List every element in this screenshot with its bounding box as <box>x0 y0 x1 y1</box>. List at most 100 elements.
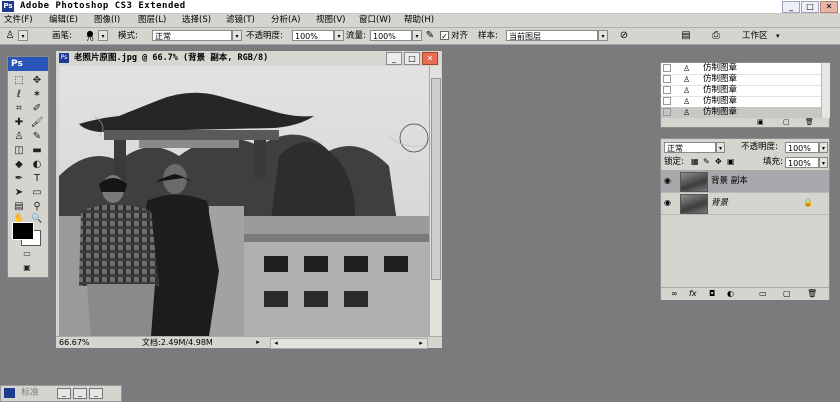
scroll-right-icon[interactable]: ▸ <box>417 339 425 347</box>
history-checkbox[interactable] <box>663 64 671 72</box>
menu-analysis[interactable]: 分析(A) <box>271 14 300 27</box>
blur-tool-icon[interactable]: ◆ <box>11 158 27 171</box>
brush-dropdown[interactable]: ▾ <box>98 30 108 41</box>
photo-canvas[interactable] <box>59 66 429 336</box>
eraser-tool-icon[interactable]: ◫ <box>11 144 27 157</box>
layer-opacity-dropdown[interactable]: ▾ <box>819 142 828 153</box>
type-tool-icon[interactable]: T <box>29 172 45 185</box>
new-group-icon[interactable]: ▭ <box>759 288 767 300</box>
palette-well-icon[interactable]: ▤ <box>680 30 692 42</box>
adjustment-layer-icon[interactable]: ◐ <box>727 288 734 300</box>
menu-help[interactable]: 帮助(H) <box>404 14 434 27</box>
brush-tool-icon[interactable]: 🖌 <box>29 116 45 129</box>
vertical-scrollbar[interactable] <box>429 66 441 336</box>
horizontal-scrollbar[interactable]: ◂ ▸ <box>270 338 428 349</box>
blend-mode-select[interactable]: 正常 <box>664 142 716 153</box>
lasso-tool-icon[interactable]: ℓ <box>11 88 27 101</box>
gradient-tool-icon[interactable]: ▬ <box>29 144 45 157</box>
history-checkbox[interactable] <box>663 97 671 105</box>
delete-state-icon[interactable]: 🗑 <box>805 118 814 126</box>
layer-style-icon[interactable]: fx <box>689 288 697 300</box>
eyedropper-tool-icon[interactable]: ⚲ <box>29 200 45 213</box>
scroll-left-icon[interactable]: ◂ <box>272 339 280 347</box>
eye-icon[interactable]: ◉ <box>664 198 671 208</box>
menu-file[interactable]: 文件(F) <box>4 14 33 27</box>
healing-brush-tool-icon[interactable]: ✚ <box>11 116 27 129</box>
status-menu-arrow-icon[interactable]: ▸ <box>254 338 262 346</box>
opacity-field[interactable]: 100% <box>292 30 334 41</box>
print-icon[interactable]: ⎙ <box>710 30 722 42</box>
lock-all-icon[interactable]: ▣ <box>727 156 735 168</box>
taskbar-minimize-button[interactable]: _ <box>57 388 71 399</box>
fill-field[interactable]: 100% <box>785 157 819 168</box>
layer-opacity-field[interactable]: 100% <box>785 142 819 153</box>
lock-transparency-icon[interactable]: ▦ <box>691 156 699 168</box>
history-scrollbar[interactable] <box>821 63 830 118</box>
path-selection-tool-icon[interactable]: ➤ <box>11 186 27 199</box>
workspace-dropdown-icon[interactable]: ▾ <box>776 28 780 44</box>
crop-tool-icon[interactable]: ⌗ <box>11 102 27 115</box>
lock-position-icon[interactable]: ✥ <box>715 156 722 168</box>
link-layers-icon[interactable]: ∞ <box>671 288 678 300</box>
sample-dropdown[interactable]: ▾ <box>598 30 608 41</box>
new-layer-icon[interactable]: ▢ <box>783 288 791 300</box>
mode-dropdown[interactable]: ▾ <box>232 30 242 41</box>
taskbar-close-button[interactable]: _ <box>89 388 103 399</box>
toolbox: Ps ⬚ ✥ ℓ ✶ ⌗ ✐ ✚ 🖌 ♙ ✎ ◫ ▬ ◆ ◐ ✒ T ➤ ▭ ▤… <box>7 56 49 278</box>
fill-dropdown[interactable]: ▾ <box>819 157 828 168</box>
menu-image[interactable]: 图像(I) <box>94 14 120 27</box>
aligned-checkbox[interactable]: ✓ <box>440 31 449 41</box>
menu-filter[interactable]: 滤镜(T) <box>226 14 255 27</box>
marquee-tool-icon[interactable]: ⬚ <box>11 74 27 87</box>
menu-layer[interactable]: 图层(L) <box>138 14 166 27</box>
history-checkbox[interactable] <box>663 108 671 116</box>
menu-edit[interactable]: 编辑(E) <box>49 14 78 27</box>
vertical-scroll-thumb[interactable] <box>431 78 441 280</box>
pen-tool-icon[interactable]: ✒ <box>11 172 27 185</box>
airbrush-icon[interactable]: ✎ <box>424 30 436 42</box>
layer-row[interactable]: ◉ 背景 🔒 <box>661 192 829 215</box>
history-brush-icon[interactable]: ✎ <box>29 130 45 143</box>
clone-stamp-tool-icon[interactable]: ♙ <box>4 30 16 42</box>
shape-tool-icon[interactable]: ▭ <box>29 186 45 199</box>
ignore-adjustment-icon[interactable]: ⊘ <box>618 30 630 42</box>
move-tool-icon[interactable]: ✥ <box>29 74 45 87</box>
menu-window[interactable]: 窗口(W) <box>359 14 391 27</box>
screen-mode-icon[interactable]: ▣ <box>19 261 35 274</box>
lock-pixels-icon[interactable]: ✎ <box>703 156 710 168</box>
delete-layer-icon[interactable]: 🗑 <box>807 288 817 300</box>
notes-tool-icon[interactable]: ▤ <box>11 200 27 213</box>
document-minimize-button[interactable]: _ <box>386 52 402 65</box>
layer-mask-icon[interactable]: ◘ <box>709 288 715 300</box>
clone-stamp-icon[interactable]: ♙ <box>11 130 27 143</box>
blend-mode-dropdown[interactable]: ▾ <box>716 142 725 153</box>
magic-wand-tool-icon[interactable]: ✶ <box>29 88 45 101</box>
tool-preset-dropdown[interactable]: ▾ <box>18 30 28 41</box>
menu-view[interactable]: 视图(V) <box>316 14 345 27</box>
taskbar-restore-button[interactable]: _ <box>73 388 87 399</box>
document-close-button[interactable]: ✕ <box>422 52 438 65</box>
close-button[interactable]: ✕ <box>820 1 838 13</box>
taskbar-item[interactable]: 标准 _ _ _ <box>0 385 122 402</box>
flow-dropdown[interactable]: ▾ <box>412 30 422 41</box>
minimize-button[interactable]: _ <box>782 1 800 13</box>
opacity-dropdown[interactable]: ▾ <box>334 30 344 41</box>
history-checkbox[interactable] <box>663 86 671 94</box>
menu-select[interactable]: 选择(S) <box>182 14 211 27</box>
new-document-from-state-icon[interactable]: ▣ <box>757 118 764 126</box>
zoom-level[interactable]: 66.67% <box>59 337 90 348</box>
workspace-label[interactable]: 工作区 <box>742 28 768 44</box>
sample-select[interactable]: 当前图层 <box>506 30 598 41</box>
layer-row-selected[interactable]: ◉ 背景 副本 <box>661 170 829 193</box>
foreground-color-swatch[interactable] <box>12 222 34 240</box>
flow-field[interactable]: 100% <box>370 30 412 41</box>
mode-select[interactable]: 正常 <box>152 30 232 41</box>
new-snapshot-icon[interactable]: ▢ <box>783 118 790 126</box>
maximize-button[interactable]: □ <box>801 1 819 13</box>
history-checkbox[interactable] <box>663 75 671 83</box>
slice-tool-icon[interactable]: ✐ <box>29 102 45 115</box>
eye-icon[interactable]: ◉ <box>664 176 671 186</box>
dodge-tool-icon[interactable]: ◐ <box>29 158 45 171</box>
document-maximize-button[interactable]: □ <box>404 52 420 65</box>
quick-mask-icon[interactable]: ▭ <box>19 247 35 260</box>
